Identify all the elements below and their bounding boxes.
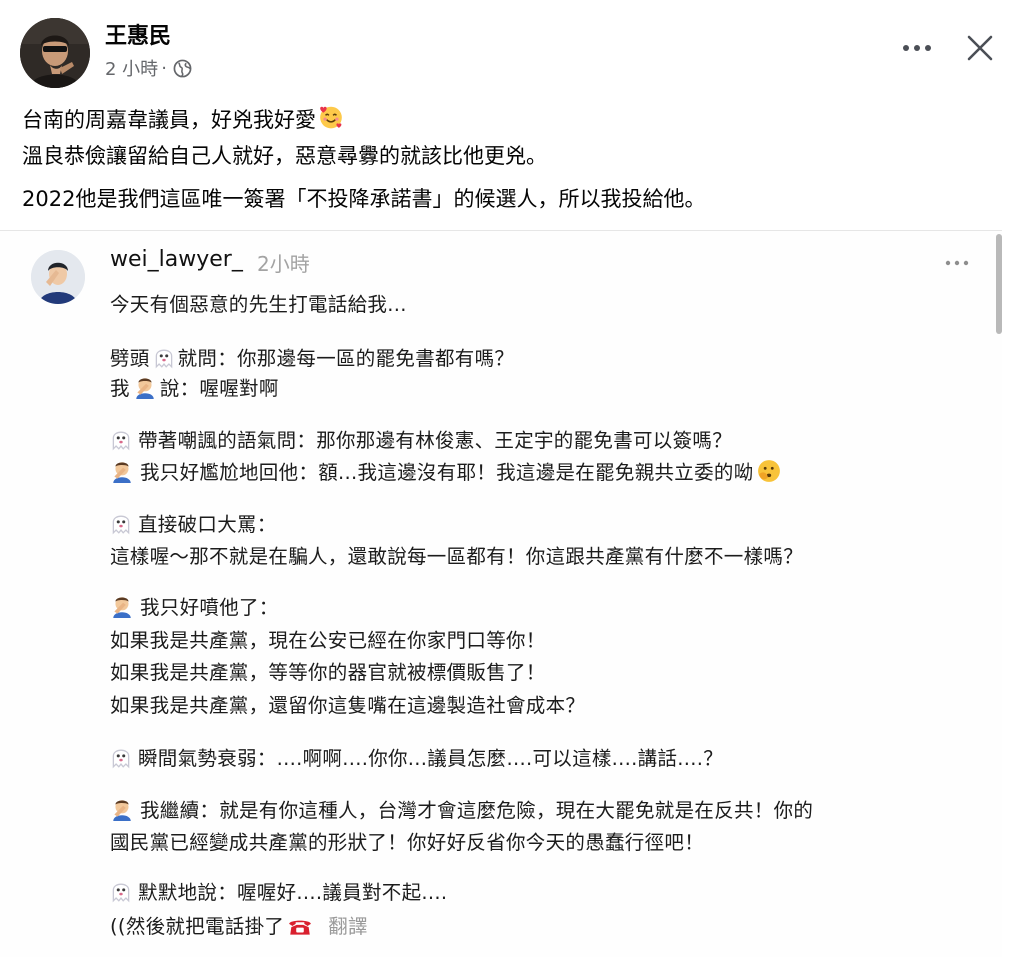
ghost-icon: [153, 345, 175, 369]
screenshot-line: ((然後就把電話掛了 翻譯: [110, 910, 368, 939]
globe-icon[interactable]: [173, 59, 192, 78]
ghost-icon: [110, 879, 132, 903]
screenshot-text: 劈頭: [110, 347, 150, 370]
meta-separator: ·: [161, 57, 167, 79]
man-facepalm-icon: [110, 797, 134, 821]
screenshot-time: 2小時: [257, 252, 310, 276]
telephone-icon: [287, 915, 313, 937]
screenshot-more-icon: [945, 260, 969, 266]
screenshot-line: 我只好尷尬地回他：額...我這邊沒有耶！我這邊是在罷免親共立委的呦: [110, 456, 784, 485]
screenshot-line: 帶著嘲諷的語氣問：那你那邊有林俊憲、王定宇的罷免書可以簽嗎？: [110, 424, 732, 453]
screenshot-line: 如果我是共產黨，現在公安已經在你家門口等你！: [110, 629, 546, 652]
post-time[interactable]: 2 小時: [105, 55, 158, 81]
smiling-face-with-hearts-icon: [318, 104, 344, 130]
screenshot-line: 我只好噴他了：: [110, 591, 279, 620]
screenshot-text: 瞬間氣勢衰弱：....啊啊....你你...議員怎麼....可以這樣....講話…: [138, 747, 724, 770]
screenshot-text: 我繼續：就是有你這種人，台灣才會這麼危險，現在大罷免就是在反共！你的: [140, 799, 814, 822]
close-icon: [967, 35, 993, 61]
post-body-line-3: 2022他是我們這區唯一簽署「不投降承諾書」的候選人，所以我投給他。: [22, 187, 706, 211]
post-body-text: 台南的周嘉韋議員，好兇我好愛: [22, 108, 316, 132]
screenshot-text: ((然後就把電話掛了: [110, 915, 285, 938]
screenshot-line: 劈頭 就問：你那邊每一區的罷免書都有嗎？: [110, 342, 514, 371]
translate-link: 翻譯: [328, 915, 368, 938]
screenshot-line: 如果我是共產黨，還留你這隻嘴在這邊製造社會成本？: [110, 694, 586, 717]
face-peeking-icon: [757, 459, 781, 483]
screenshot-text: 帶著嘲諷的語氣問：那你那邊有林俊憲、王定宇的罷免書可以簽嗎？: [138, 429, 733, 452]
man-facepalm-icon: [110, 459, 134, 483]
screenshot-line: 默默地說：喔喔好....議員對不起....: [110, 876, 447, 905]
screenshot-username: wei_lawyer_: [110, 247, 243, 272]
screenshot-text: 我: [110, 377, 130, 400]
man-facepalm-icon: [110, 594, 134, 618]
screenshot-line: 今天有個惡意的先生打電話給我...: [110, 293, 407, 316]
screenshot-text: 直接破口大罵：: [138, 513, 277, 536]
screenshot-line: 瞬間氣勢衰弱：....啊啊....你你...議員怎麼....可以這樣....講話…: [110, 742, 723, 771]
author-name[interactable]: 王惠民: [105, 18, 171, 50]
ghost-icon: [110, 427, 132, 451]
close-button[interactable]: [960, 28, 1000, 68]
more-horizontal-icon: [903, 45, 931, 51]
screenshot-line: 我 說：喔喔對啊: [110, 372, 279, 401]
post-body-line-2: 溫良恭儉讓留給自己人就好，惡意尋釁的就該比他更兇。: [22, 144, 547, 168]
screenshot-line: 這樣喔～那不就是在騙人，還敢說每一區都有！你這跟共產黨有什麼不一樣嗎？: [110, 545, 804, 568]
facebook-post: 王惠民 2 小時 · 台南的周嘉韋議員，好兇我好愛 溫良恭儉讓留給自己人就好，惡…: [0, 0, 1036, 957]
more-options-button[interactable]: [898, 33, 936, 63]
screenshot-text: 就問：你那邊每一區的罷免書都有嗎？: [177, 347, 515, 370]
screenshot-user-avatar: [31, 250, 85, 304]
author-avatar[interactable]: [20, 18, 90, 88]
screenshot-line: 直接破口大罵：: [110, 508, 277, 537]
ghost-icon: [110, 745, 132, 769]
screenshot-scrollbar[interactable]: [996, 234, 1002, 334]
screenshot-line: 我繼續：就是有你這種人，台灣才會這麼危險，現在大罷免就是在反共！你的: [110, 794, 813, 823]
man-facepalm-icon: [133, 375, 157, 399]
screenshot-line: 國民黨已經變成共產黨的形狀了！你好好反省你今天的愚蠢行徑吧！: [110, 831, 705, 854]
post-body-line-1: 台南的周嘉韋議員，好兇我好愛: [22, 104, 344, 134]
screenshot-line: 如果我是共產黨，等等你的器官就被標價販售了！: [110, 661, 546, 684]
ghost-icon: [110, 511, 132, 535]
screenshot-text: 說：喔喔對啊: [159, 377, 279, 400]
screenshot-text: 我只好尷尬地回他：額...我這邊沒有耶！我這邊是在罷免親共立委的呦: [140, 461, 754, 484]
screenshot-scroll-track: [1002, 230, 1036, 957]
post-meta: 2 小時 ·: [105, 55, 192, 81]
screenshot-text: 我只好噴他了：: [140, 596, 279, 619]
screenshot-text: 默默地說：喔喔好....議員對不起....: [138, 881, 448, 904]
